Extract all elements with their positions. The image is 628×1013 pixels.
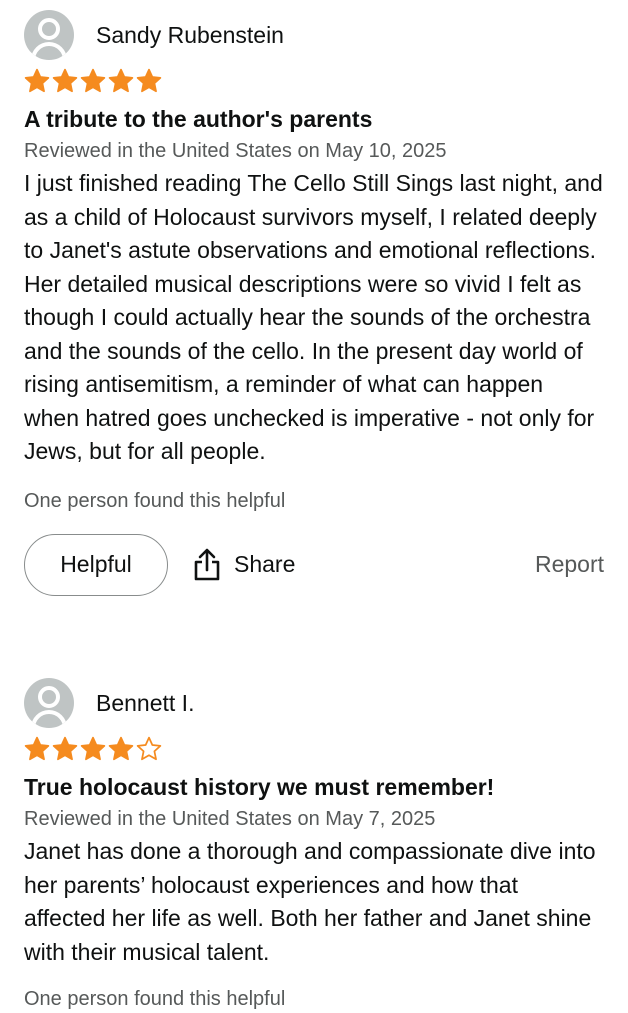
star-rating[interactable] (24, 736, 604, 766)
star-filled-icon (80, 736, 106, 761)
avatar-body-shape (31, 710, 67, 728)
star-filled-icon (136, 68, 162, 93)
star-filled-icon (108, 736, 134, 761)
star-filled-icon (24, 68, 50, 93)
star-empty-icon (136, 736, 162, 761)
star-filled-icon (24, 736, 50, 761)
avatar-head-shape (38, 686, 60, 708)
review-date: Reviewed in the United States on May 7, … (24, 808, 436, 830)
avatar[interactable] (24, 10, 74, 60)
review-card: Sandy Rubenstein A tribute to the author… (24, 10, 604, 597)
reviewer-profile[interactable]: Sandy Rubenstein (24, 10, 604, 60)
avatar-body-shape (31, 42, 67, 60)
review-title[interactable]: True holocaust history we must remember! (24, 772, 604, 802)
report-link[interactable]: Report (535, 551, 604, 578)
review-title[interactable]: A tribute to the author's parents (24, 104, 604, 134)
avatar[interactable] (24, 678, 74, 728)
star-rating[interactable] (24, 68, 604, 98)
review-actions: Helpful Share Report (24, 533, 604, 597)
star-filled-icon (80, 68, 106, 93)
reviewer-name[interactable]: Sandy Rubenstein (96, 22, 284, 49)
helpful-count: One person found this helpful (24, 988, 286, 1010)
helpful-count: One person found this helpful (24, 489, 286, 512)
star-filled-icon (52, 736, 78, 761)
share-label: Share (234, 551, 296, 577)
share-button[interactable]: Share (192, 548, 295, 582)
reviewer-name[interactable]: Bennett I. (96, 690, 194, 717)
review-card: Bennett I. True holocaust history we mus… (24, 678, 604, 1013)
review-body: Janet has done a thorough and compassion… (24, 838, 596, 965)
review-body: I just finished reading The Cello Still … (24, 170, 603, 464)
star-filled-icon (52, 68, 78, 93)
star-filled-icon (108, 68, 134, 93)
helpful-button[interactable]: Helpful (24, 533, 168, 596)
avatar-head-shape (38, 18, 60, 40)
share-icon (194, 548, 220, 580)
reviewer-profile[interactable]: Bennett I. (24, 678, 604, 728)
review-date: Reviewed in the United States on May 10,… (24, 140, 447, 162)
